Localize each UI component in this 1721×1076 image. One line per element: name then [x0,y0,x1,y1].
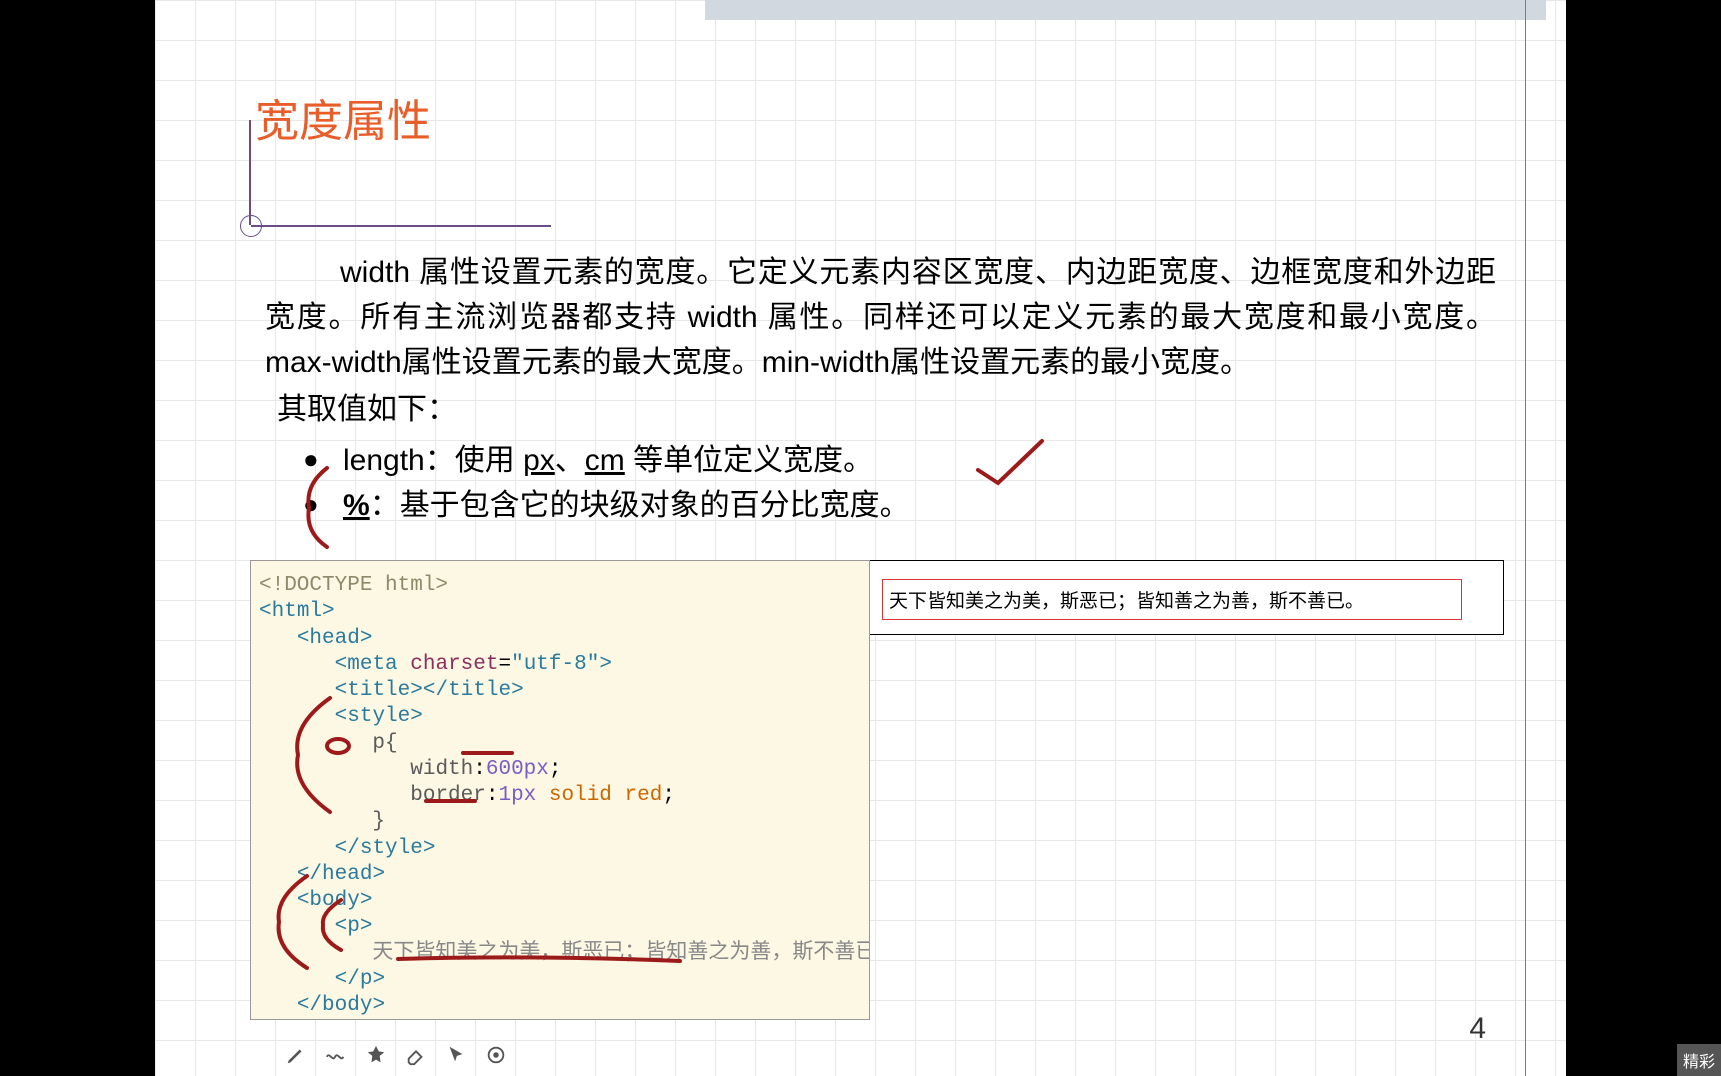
body-paragraph: width 属性设置元素的宽度。它定义元素内容区宽度、内边距宽度、边框宽度和外边… [265,250,1496,385]
pen-icon[interactable] [285,1044,307,1066]
output-panel: 天下皆知美之为美，斯恶已；皆知善之为善，斯不善已。 [869,560,1504,635]
pointer-icon[interactable] [445,1044,467,1066]
code-doctype: <!DOCTYPE html> [259,574,448,597]
slide-content: width 属性设置元素的宽度。它定义元素内容区宽度、内边距宽度、边框宽度和外边… [265,250,1496,528]
title-ornament [240,215,560,255]
stamp-icon[interactable] [365,1044,387,1066]
values-label: 其取值如下： [265,387,1496,432]
code-paragraph-text: 天下皆知美之为美，斯恶已；皆知善之为善，斯不善已。 [372,942,870,965]
bullet-list: length：使用 px、cm 等单位定义宽度。 %：基于包含它的块级对象的百分… [265,438,1496,528]
footer-watermark: 精彩 [1677,1044,1721,1076]
slide-title: 宽度属性 [255,85,431,149]
right-divider [1525,0,1526,1076]
bullet-percent: %：基于包含它的块级对象的百分比宽度。 [343,483,1496,528]
bullet-key: length [343,444,425,477]
output-box: 天下皆知美之为美，斯恶已；皆知善之为善，斯不善已。 [882,579,1462,620]
code-panel: <!DOCTYPE html> <html> <head> <meta char… [250,560,870,1020]
page-number: 4 [1469,1012,1486,1046]
slide: 宽度属性 width 属性设置元素的宽度。它定义元素内容区宽度、内边距宽度、边框… [155,0,1566,1076]
annotation-toolbar [285,1044,507,1066]
eraser-icon[interactable] [405,1044,427,1066]
record-icon[interactable] [485,1044,507,1066]
top-bar [705,0,1546,20]
bullet-length: length：使用 px、cm 等单位定义宽度。 [343,438,1496,483]
bullet-key: % [343,489,370,522]
wave-icon[interactable] [325,1044,347,1066]
